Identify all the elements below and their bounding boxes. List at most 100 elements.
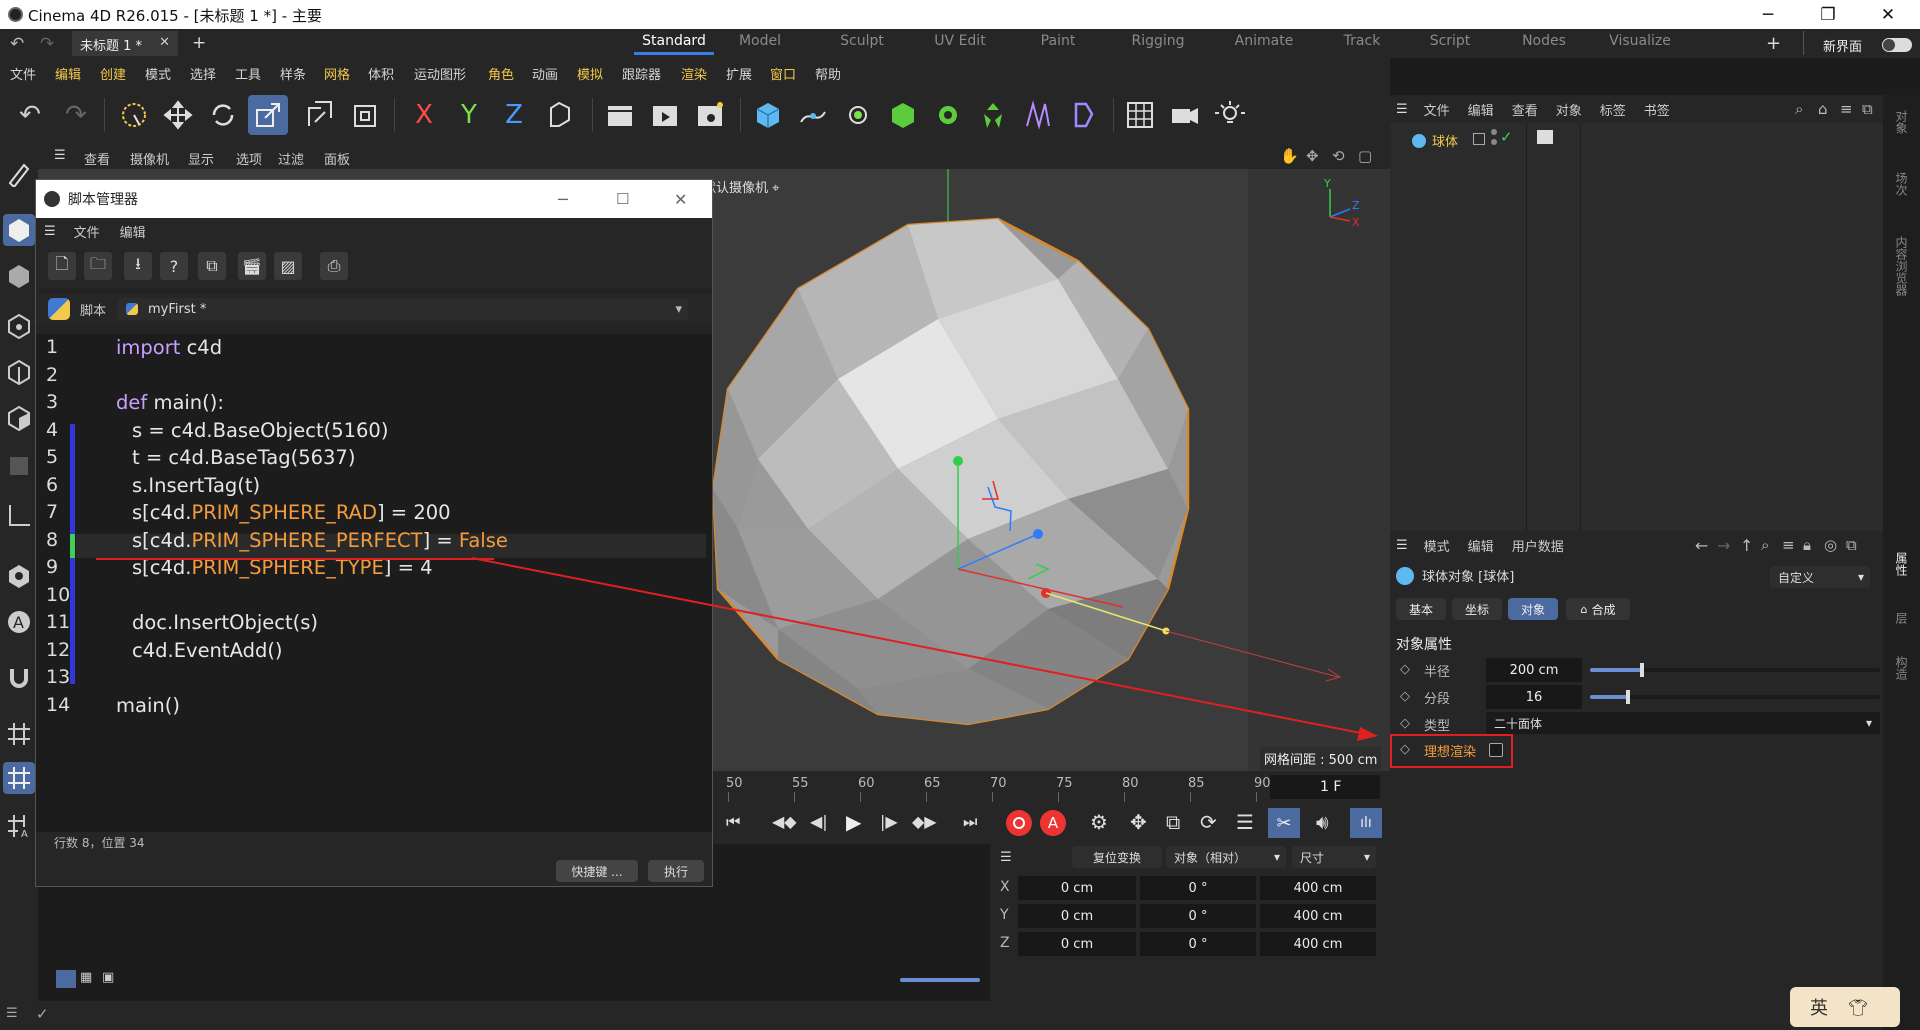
search-icon[interactable]: ⌕ xyxy=(1795,100,1803,118)
enabled-check-icon[interactable]: ✓ xyxy=(1500,128,1513,146)
zoom-slider[interactable] xyxy=(900,978,980,982)
target-icon[interactable]: ◎ xyxy=(1824,536,1837,554)
layout-tab-animate[interactable]: Animate xyxy=(1224,33,1304,49)
keyframe-diamond-icon[interactable]: ◇ xyxy=(1400,742,1410,757)
editor-visibility-dot[interactable] xyxy=(1491,129,1497,135)
new-layout-button[interactable]: 新界面 xyxy=(1823,36,1862,55)
radius-slider[interactable] xyxy=(1590,663,1880,677)
attr-search-icon[interactable]: ⌕ xyxy=(1761,536,1769,554)
key-rotation-icon[interactable]: ⟳ xyxy=(1200,810,1217,834)
scale-box-icon[interactable] xyxy=(346,95,386,135)
open-folder-icon[interactable]: 🗀︎ xyxy=(84,252,112,280)
key-scale-icon[interactable]: ⧉ xyxy=(1166,810,1180,834)
attribute-tab-0[interactable]: 基本 xyxy=(1396,598,1446,620)
play-icon[interactable]: ▶ xyxy=(846,810,861,834)
shortcut-button[interactable]: 快捷键 ... xyxy=(556,860,638,882)
layout-tab-rigging[interactable]: Rigging xyxy=(1118,33,1198,49)
render-picture-viewer-icon[interactable] xyxy=(645,95,685,135)
spline-pen-icon[interactable] xyxy=(793,95,833,135)
maximize-view-icon[interactable]: ▢ xyxy=(1358,147,1372,165)
workplane-icon[interactable] xyxy=(3,762,35,794)
render-view-icon[interactable] xyxy=(600,95,640,135)
side-tab-3[interactable]: 属性 xyxy=(1893,552,1910,576)
preset-select[interactable]: 自定义 ▾ xyxy=(1770,566,1870,588)
cube-icon[interactable] xyxy=(748,95,788,135)
transform-icon[interactable] xyxy=(300,95,340,135)
live-select-icon[interactable] xyxy=(114,95,154,135)
menu-item-12[interactable]: 模拟 xyxy=(577,64,603,83)
attribute-menu-item-2[interactable]: 用户数据 xyxy=(1512,536,1564,555)
object-manager-menu-icon[interactable]: ☰ xyxy=(1396,102,1408,117)
coordinate-system-icon[interactable] xyxy=(540,95,580,135)
phong-tag-icon[interactable] xyxy=(1537,130,1553,144)
object-menu-item-4[interactable]: 标签 xyxy=(1600,100,1626,119)
undo-icon[interactable]: ↶ xyxy=(10,34,24,54)
position-field[interactable]: 0 cm xyxy=(1018,904,1136,928)
help-icon[interactable]: ? xyxy=(160,252,188,280)
object-menu-item-3[interactable]: 对象 xyxy=(1556,100,1582,119)
menu-item-6[interactable]: 样条 xyxy=(280,64,306,83)
viewport-menu-icon[interactable]: ☰ xyxy=(54,148,66,163)
status-menu-icon[interactable]: ☰ xyxy=(6,1006,18,1021)
keyframe-diamond-icon[interactable]: ◇ xyxy=(1400,716,1410,731)
segments-field[interactable]: 16 xyxy=(1486,685,1582,709)
menu-item-0[interactable]: 文件 xyxy=(10,64,36,83)
viewport-menu-item-2[interactable]: 显示 xyxy=(188,149,214,168)
segments-slider[interactable] xyxy=(1590,690,1880,704)
execute-button[interactable]: 执行 xyxy=(648,860,704,882)
attribute-tab-3[interactable]: ⌂ 合成 xyxy=(1566,598,1630,620)
menu-item-10[interactable]: 角色 xyxy=(488,64,514,83)
script-menu-item-1[interactable]: 编辑 xyxy=(120,222,146,241)
script-minimize-button[interactable]: ─ xyxy=(558,190,568,209)
menu-item-1[interactable]: 编辑 xyxy=(55,64,81,83)
menu-item-7[interactable]: 网格 xyxy=(324,64,350,83)
new-script-icon[interactable]: 🗋︎ xyxy=(48,252,76,280)
new-window-icon[interactable]: ⧉ xyxy=(1862,100,1873,118)
attribute-tab-2[interactable]: 对象 xyxy=(1508,598,1558,620)
layout-tab-script[interactable]: Script xyxy=(1410,33,1490,49)
texture-mode-icon[interactable]: A xyxy=(3,606,35,638)
polygons-mode-icon[interactable] xyxy=(3,402,35,434)
grid-view-icon[interactable]: ▦ xyxy=(80,970,92,985)
position-field[interactable]: 0 cm xyxy=(1018,876,1136,900)
next-frame-icon[interactable]: |▶ xyxy=(880,812,898,831)
perfect-sphere-checkbox[interactable] xyxy=(1489,743,1503,757)
edges-mode-icon[interactable] xyxy=(3,356,35,388)
type-select[interactable]: 二十面体 ▾ xyxy=(1486,712,1880,734)
subdivision-surface-icon[interactable] xyxy=(838,95,878,135)
light-icon[interactable] xyxy=(1210,95,1250,135)
floor-icon[interactable] xyxy=(1120,95,1160,135)
rotation-field[interactable]: 0 ° xyxy=(1140,904,1256,928)
attribute-manager-menu-icon[interactable]: ☰ xyxy=(1396,538,1408,553)
image-icon[interactable]: ▨ xyxy=(274,252,302,280)
edit-mode-icon[interactable] xyxy=(3,158,35,190)
close-tab-icon[interactable]: ✕ xyxy=(159,35,170,50)
object-menu-item-5[interactable]: 书签 xyxy=(1644,100,1670,119)
status-check-icon[interactable]: ✓ xyxy=(36,1005,49,1023)
back-arrow-icon[interactable]: ← xyxy=(1695,536,1708,555)
minimize-button[interactable]: ─ xyxy=(1740,0,1796,29)
download-icon[interactable]: ⭳ xyxy=(124,252,152,280)
layout-tab-track[interactable]: Track xyxy=(1322,33,1402,49)
x-axis-lock-button[interactable]: X xyxy=(404,95,444,135)
forward-arrow-icon[interactable]: → xyxy=(1717,536,1730,555)
new-document-icon[interactable]: + xyxy=(192,33,206,53)
object-menu-item-2[interactable]: 查看 xyxy=(1512,100,1538,119)
script-menu-icon[interactable]: ☰ xyxy=(44,224,56,239)
undo-button[interactable]: ↶ xyxy=(10,95,50,135)
home-icon[interactable]: ⌂ xyxy=(1818,100,1828,118)
menu-item-8[interactable]: 体积 xyxy=(368,64,394,83)
maximize-button[interactable]: ❐ xyxy=(1800,0,1856,29)
up-arrow-icon[interactable]: ↑ xyxy=(1740,536,1753,555)
menu-item-13[interactable]: 跟踪器 xyxy=(622,64,661,83)
size-field[interactable]: 400 cm xyxy=(1260,932,1376,956)
menu-item-3[interactable]: 模式 xyxy=(145,64,171,83)
rotation-field[interactable]: 0 ° xyxy=(1140,932,1256,956)
coordinate-mode-select[interactable]: 对象（相对） ▾ xyxy=(1166,846,1286,868)
script-close-button[interactable]: ✕ xyxy=(674,190,687,209)
attr-new-window-icon[interactable]: ⧉ xyxy=(1846,536,1857,554)
redo-icon[interactable]: ↷ xyxy=(40,34,54,54)
object-menu-item-0[interactable]: 文件 xyxy=(1424,100,1450,119)
duplicate-icon[interactable]: ⧉ xyxy=(198,252,226,280)
tile-view-icon[interactable]: ▣ xyxy=(102,970,114,985)
